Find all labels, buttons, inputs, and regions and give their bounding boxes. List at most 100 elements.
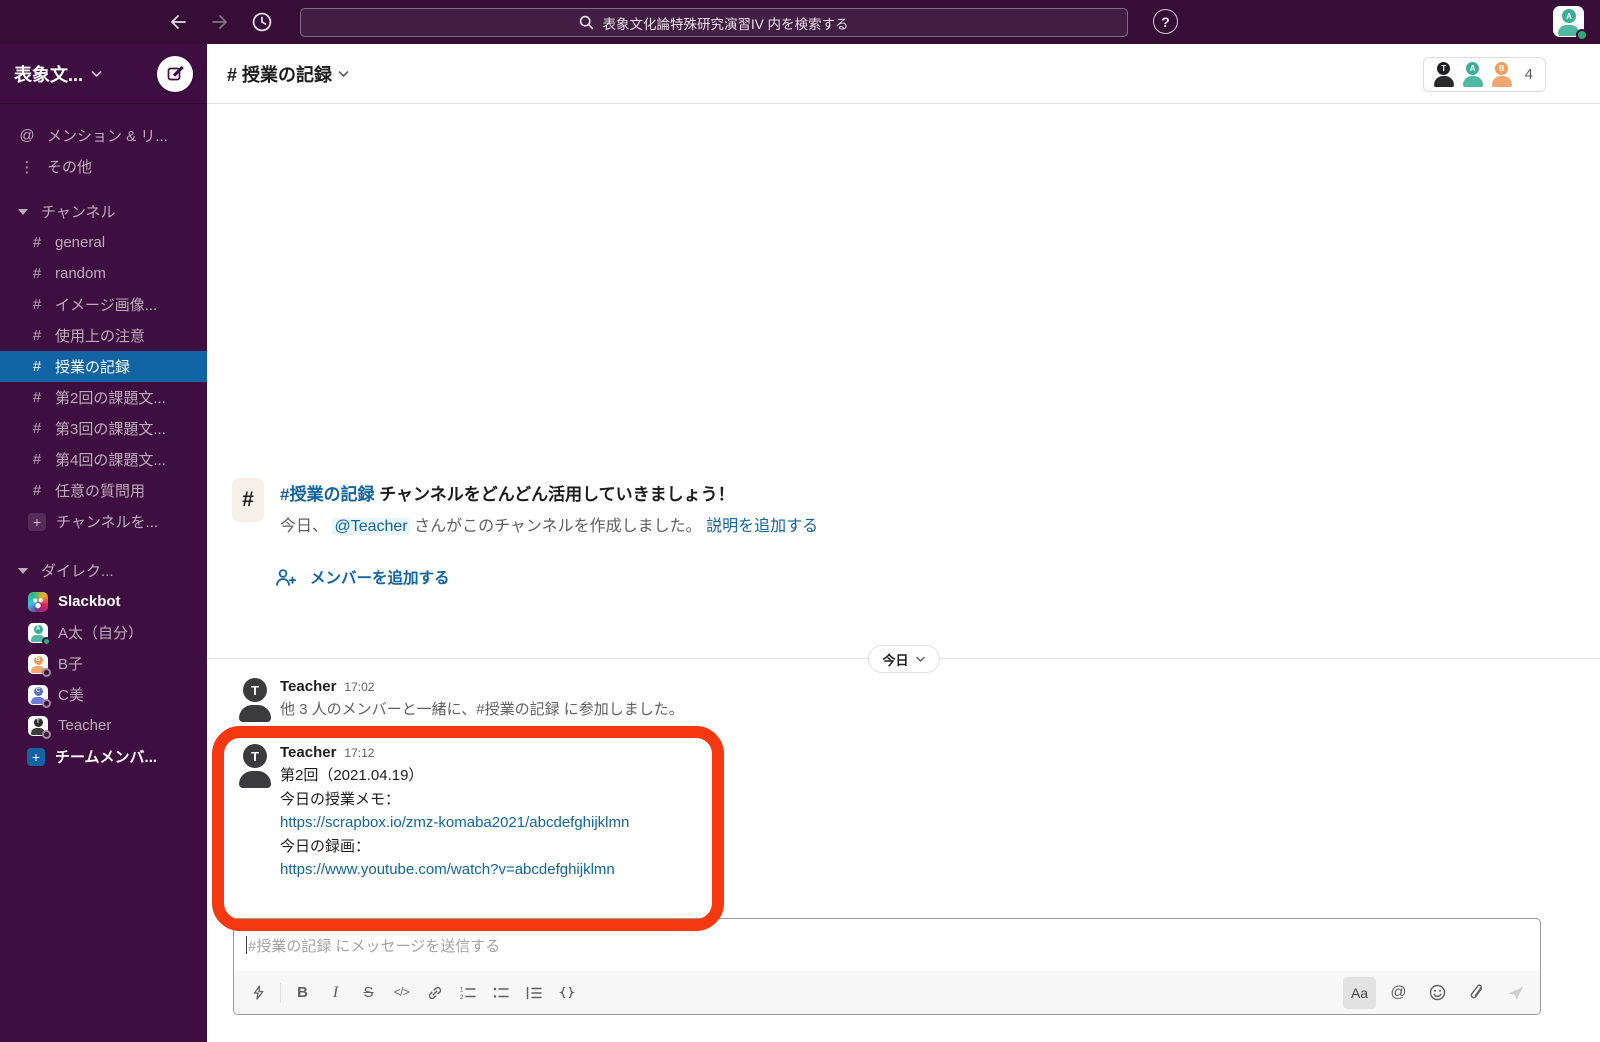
channels-section-header[interactable]: チャンネル [0,196,207,227]
shortcuts-icon[interactable] [242,977,275,1009]
compose-button[interactable] [157,55,193,92]
intro-title: #授業の記録 チャンネルをどんどん活用していきましょう！ [280,485,735,504]
add-channel-button[interactable]: + チャンネルを... [0,506,207,537]
sidebar-channel-image[interactable]: # イメージ画像... [0,289,207,320]
member-list-button[interactable]: T A B 4 [1422,57,1546,92]
history-forward-icon[interactable] [208,10,232,34]
sidebar-channel-assignment-4[interactable]: # 第4回の課題文... [0,444,207,475]
hash-icon: # [232,478,264,522]
channel-label: 第3回の課題文... [55,421,166,438]
channel-label: general [55,234,106,251]
sidebar-dm-teacher[interactable]: T Teacher [0,710,207,741]
sidebar-channel-class-records-selected[interactable]: # 授業の記録 [0,351,207,382]
hash-icon: # [32,358,42,375]
message-timestamp[interactable]: 17:12 [344,746,374,760]
bullet-list-button[interactable] [484,977,517,1009]
message-timestamp[interactable]: 17:02 [344,680,374,694]
search-input[interactable]: 表象文化論特殊研究演習IV 内を検索する [300,8,1128,37]
mention-button[interactable]: @ [1382,977,1415,1009]
youtube-link[interactable]: https://www.youtube.com/watch?v=abcdefgh… [280,861,615,878]
ordered-list-button[interactable]: 12 [451,977,484,1009]
chevron-down-icon [915,656,925,663]
avatar-initial: A [1562,9,1576,23]
scrapbox-link[interactable]: https://scrapbox.io/zmz-komaba2021/abcde… [280,814,629,831]
workspace-header[interactable]: 表象文... [0,44,207,104]
message-text: 第2回（2021.04.19） [280,767,424,784]
plus-icon: + [28,512,46,531]
send-button[interactable] [1499,977,1532,1009]
chevron-down-icon [91,70,102,78]
member-avatar: C [28,684,51,708]
help-icon[interactable]: ? [1153,9,1178,34]
sidebar-channel-questions[interactable]: # 任意の質問用 [0,475,207,506]
sidebar: 表象文... @ メンション & リ... ⋮ その他 チャンネル # gene… [0,44,207,1042]
svg-text:2: 2 [460,995,464,1000]
hash-icon: # [32,296,42,313]
sidebar-dm-self[interactable]: A A太（自分） [0,617,207,648]
message-input[interactable]: #授業の記録 にメッセージを送信する [234,919,1540,971]
bold-button[interactable]: B [286,977,319,1009]
add-teammates-button[interactable]: + チームメンバ... [0,741,207,772]
history-back-icon[interactable] [166,10,190,34]
svg-text:1: 1 [460,987,464,993]
add-teammates-label: チームメンバ... [55,749,158,766]
sidebar-channel-usage-notes[interactable]: # 使用上の注意 [0,320,207,351]
user-avatar[interactable]: A [1553,6,1588,41]
hash-icon: # [32,420,42,437]
link-button[interactable] [418,977,451,1009]
person-add-icon [275,568,297,587]
slackbot-icon [28,591,48,612]
add-member-button[interactable]: メンバーを追加する [275,566,450,588]
member-avatar: B [28,653,51,677]
code-button[interactable]: </> [385,977,418,1009]
member-avatar: A [1461,61,1485,88]
presence-dot-offline [42,698,51,708]
sidebar-list: @ メンション & リ... ⋮ その他 チャンネル # general # r… [0,104,207,772]
hash-icon: # [32,389,42,406]
text-cursor [246,936,247,954]
dm-label: Slackbot [58,593,121,610]
at-icon: @ [19,127,35,144]
recent-history-icon[interactable] [250,10,274,34]
user-mention[interactable]: @Teacher [332,518,410,535]
message-author[interactable]: Teacher [280,744,336,761]
message-pane: # #授業の記録 チャンネルをどんどん活用していきましょう！ 今日、 @Teac… [207,104,1600,1042]
triangle-down-icon [18,208,28,215]
sidebar-item-label: メンション & リ... [47,128,168,145]
message-author[interactable]: Teacher [280,678,336,695]
blockquote-button[interactable] [517,977,550,1009]
sidebar-channel-random[interactable]: # random [0,258,207,289]
show-formatting-button[interactable]: Aa [1343,976,1376,1009]
add-description-link[interactable]: 説明を追加する [706,518,818,535]
message-text: 今日の授業メモ： [280,790,401,808]
sidebar-dm-c[interactable]: C C美 [0,679,207,710]
sidebar-channel-assignment-2[interactable]: # 第2回の課題文... [0,382,207,413]
sidebar-channel-general[interactable]: # general [0,227,207,258]
date-divider-pill[interactable]: 今日 [867,645,940,673]
date-label: 今日 [882,652,909,668]
attach-file-icon[interactable] [1460,977,1493,1009]
message-class-notes: T Teacher 17:12 第2回（2021.04.19） 今日の授業メモ：… [237,744,629,882]
sidebar-item-mentions[interactable]: @ メンション & リ... [0,120,207,151]
add-channel-label: チャンネルを... [56,514,159,531]
hash-icon: # [32,327,42,344]
sidebar-item-more[interactable]: ⋮ その他 [0,151,207,182]
sidebar-dm-b[interactable]: B B子 [0,648,207,679]
dm-section-header[interactable]: ダイレク... [0,555,207,586]
dm-label: C美 [58,687,84,704]
hash-icon: # [32,265,42,282]
dm-section-label: ダイレク... [41,563,114,580]
italic-button[interactable]: I [319,977,352,1009]
presence-dot-online [42,636,51,646]
emoji-button[interactable] [1421,977,1454,1009]
add-member-label: メンバーを追加する [310,570,450,587]
channel-title[interactable]: # 授業の記録 [227,61,332,87]
member-count: 4 [1524,66,1533,83]
sidebar-channel-assignment-3[interactable]: # 第3回の課題文... [0,413,207,444]
dm-label: Teacher [58,717,112,734]
channel-link[interactable]: #授業の記録 [280,485,374,504]
hash-icon: # [32,482,42,499]
code-block-button[interactable] [550,977,583,1009]
strikethrough-button[interactable]: S [352,977,385,1009]
sidebar-dm-slackbot[interactable]: Slackbot [0,586,207,617]
